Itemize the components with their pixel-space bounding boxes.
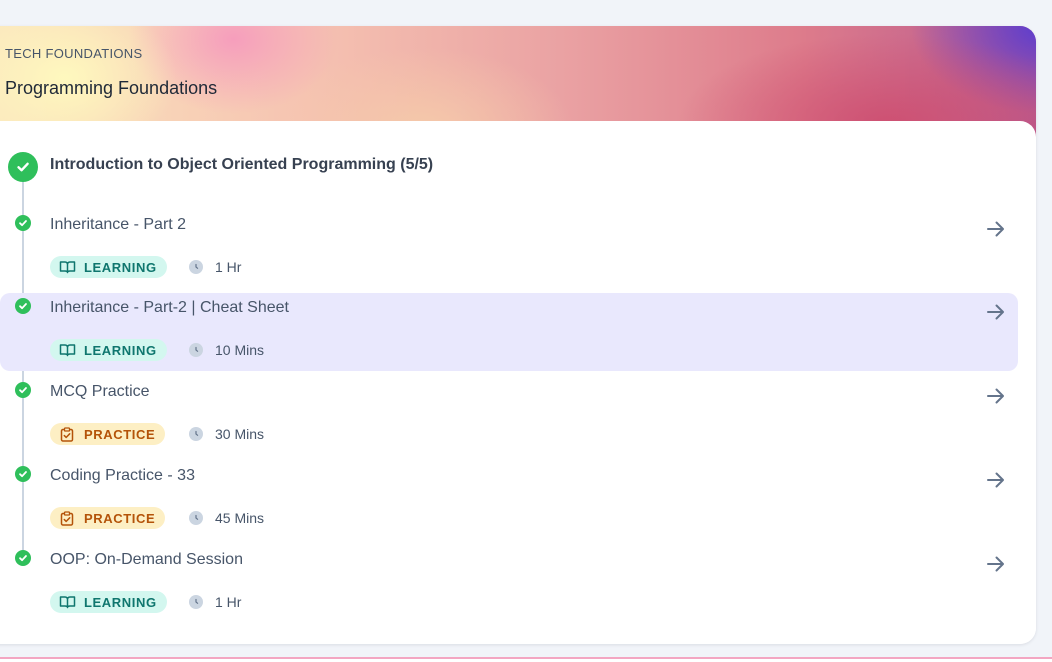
book-open-icon	[58, 342, 76, 358]
badge-label: LEARNING	[84, 342, 157, 358]
lesson-item-oop-on-demand-session[interactable]: OOP: On-Demand Session LEARNING 1 Hr	[0, 545, 1018, 623]
arrow-right-icon[interactable]	[985, 385, 1007, 407]
section-complete-icon	[8, 152, 38, 182]
duration-label: 1 Hr	[215, 259, 242, 275]
learning-badge: LEARNING	[50, 591, 167, 613]
check-circle-icon	[15, 550, 31, 566]
badge-label: LEARNING	[84, 594, 157, 610]
lesson-item-mcq-practice[interactable]: MCQ Practice PRACTICE 30 Mins	[0, 377, 1018, 455]
next-course-card-edge	[0, 657, 1052, 662]
lesson-title: Coding Practice - 33	[50, 467, 195, 484]
clock-icon	[189, 511, 203, 525]
section-title: Introduction to Object Oriented Programm…	[50, 156, 434, 173]
clock-icon	[189, 260, 203, 274]
learning-badge: LEARNING	[50, 256, 167, 278]
lesson-duration: 1 Hr	[189, 594, 241, 610]
duration-label: 10 Mins	[215, 342, 265, 358]
clipboard-check-icon	[58, 510, 76, 526]
arrow-right-icon[interactable]	[985, 553, 1007, 575]
duration-label: 45 Mins	[215, 510, 265, 526]
check-circle-icon	[15, 466, 31, 482]
lesson-duration: 45 Mins	[189, 510, 264, 526]
lesson-title: Inheritance - Part-2 | Cheat Sheet	[50, 299, 289, 316]
lesson-title: OOP: On-Demand Session	[50, 551, 243, 568]
clock-icon	[189, 595, 203, 609]
clock-icon	[189, 343, 203, 357]
lesson-item-coding-practice-33[interactable]: Coding Practice - 33 PRACTICE 45 Mins	[0, 461, 1018, 539]
arrow-right-icon[interactable]	[985, 218, 1007, 240]
lesson-duration: 30 Mins	[189, 426, 264, 442]
badge-label: LEARNING	[84, 259, 157, 275]
lesson-item-inheritance-part-2[interactable]: Inheritance - Part 2 LEARNING 1 Hr	[0, 210, 1018, 288]
arrow-right-icon[interactable]	[985, 301, 1007, 323]
lesson-duration: 1 Hr	[189, 259, 241, 275]
badge-label: PRACTICE	[84, 510, 156, 526]
book-open-icon	[58, 594, 76, 610]
lesson-item-inheritance-cheat-sheet[interactable]: Inheritance - Part-2 | Cheat Sheet LEARN…	[0, 293, 1018, 371]
practice-badge: PRACTICE	[50, 507, 166, 529]
lesson-title: MCQ Practice	[50, 383, 150, 400]
practice-badge: PRACTICE	[50, 423, 166, 445]
check-circle-icon	[15, 298, 31, 314]
course-page: TECH FOUNDATIONS Programming Foundations…	[0, 0, 1052, 662]
duration-label: 30 Mins	[215, 426, 265, 442]
course-title: Programming Foundations	[5, 78, 218, 98]
learning-badge: LEARNING	[50, 339, 167, 361]
clock-icon	[189, 427, 203, 441]
book-open-icon	[58, 259, 76, 275]
lesson-title: Inheritance - Part 2	[50, 216, 187, 233]
clipboard-check-icon	[58, 426, 76, 442]
course-category: TECH FOUNDATIONS	[5, 46, 143, 61]
duration-label: 1 Hr	[215, 594, 242, 610]
check-circle-icon	[15, 382, 31, 398]
lesson-duration: 10 Mins	[189, 342, 264, 358]
check-circle-icon	[15, 215, 31, 231]
arrow-right-icon[interactable]	[985, 469, 1007, 491]
badge-label: PRACTICE	[84, 426, 156, 442]
